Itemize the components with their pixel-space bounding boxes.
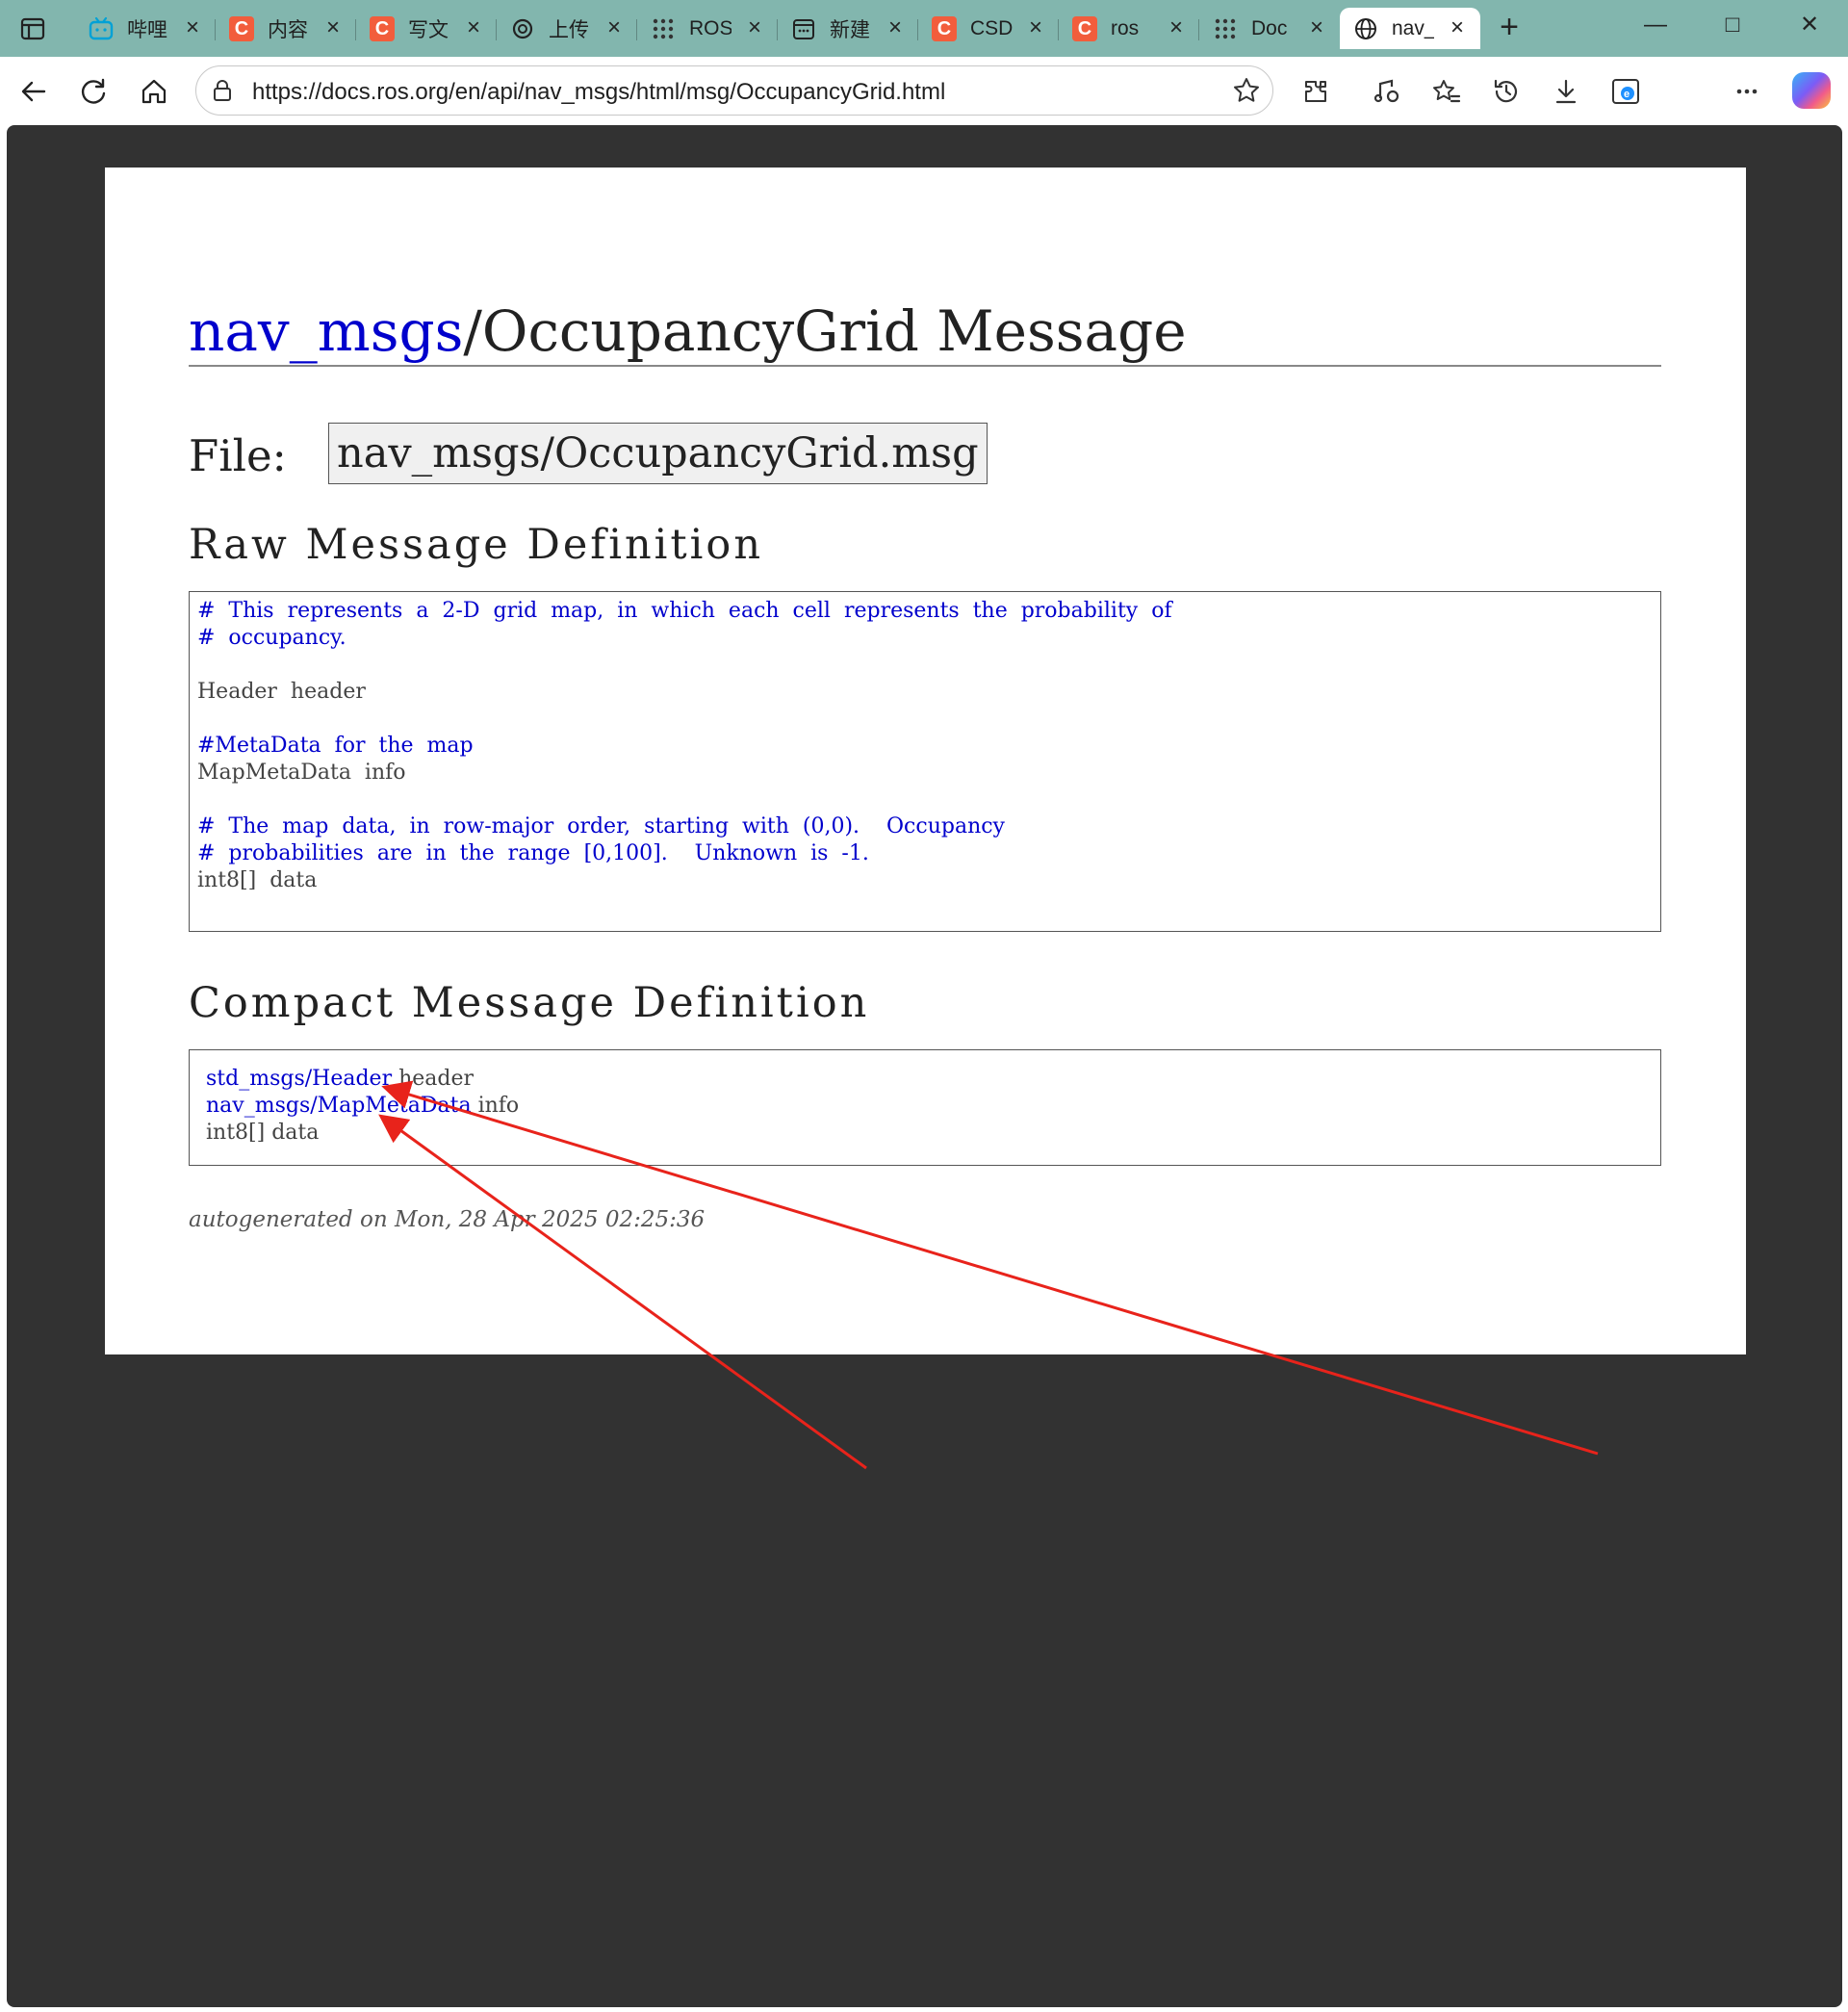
tab-title: 内容 xyxy=(268,18,308,41)
compact-line: std_msgs/Header header xyxy=(206,1066,519,1093)
raw-definition-heading: Raw Message Definition xyxy=(189,521,764,569)
package-link[interactable]: nav_msgs xyxy=(189,298,463,364)
favorite-star-icon[interactable] xyxy=(1232,76,1261,105)
minimize-button[interactable]: — xyxy=(1634,8,1677,42)
tab-title: 上传 xyxy=(549,18,589,41)
type-name: int8[] xyxy=(206,1121,266,1145)
code-line: MapMetaData info xyxy=(197,761,406,785)
downloads-icon[interactable] xyxy=(1548,73,1584,110)
url-text[interactable]: https://docs.ros.org/en/api/nav_msgs/htm… xyxy=(252,79,945,106)
browser-toolbar: https://docs.ros.org/en/api/nav_msgs/htm… xyxy=(0,57,1848,167)
comment-line: #MetaData for the map xyxy=(197,734,474,758)
file-name: nav_msgs/OccupancyGrid.msg xyxy=(328,423,988,484)
page-title: nav_msgs/OccupancyGrid Message xyxy=(189,293,1187,370)
tab-close-icon[interactable]: × xyxy=(462,16,485,39)
grid-dots-icon xyxy=(651,16,676,41)
back-icon[interactable] xyxy=(15,73,52,110)
tab-title: Doc xyxy=(1251,16,1288,39)
tab-5[interactable]: 新建 × xyxy=(778,8,918,49)
tab-9[interactable]: nav_ × xyxy=(1340,8,1480,49)
tab-title: ros xyxy=(1111,16,1140,39)
csdn-icon: C xyxy=(229,15,254,41)
tab-3[interactable]: 上传 × xyxy=(497,8,637,49)
music-read-aloud-icon[interactable] xyxy=(1369,73,1405,110)
csdn-icon: C xyxy=(1072,15,1097,41)
title-divider xyxy=(189,365,1661,367)
tab-4[interactable]: ROS × xyxy=(637,8,778,49)
tab-7[interactable]: Cros × xyxy=(1059,8,1199,49)
field-name: data xyxy=(265,1121,320,1145)
tab-title: 写文 xyxy=(408,18,449,41)
tab-strip: 哔哩 × C 内容 × C 写文 × 上传 × ROS × 新建 × C CSD × Cros × Doc × nav_ ×… xyxy=(0,0,1848,57)
compact-line: int8[] data xyxy=(206,1120,519,1147)
internet-explorer-mode-icon[interactable]: e xyxy=(1607,73,1644,110)
document-page: nav_msgs/OccupancyGrid Message File: nav… xyxy=(105,168,1746,1354)
tab-title: ROS xyxy=(689,16,732,39)
compact-definition-box: std_msgs/Header header nav_msgs/MapMetaDa… xyxy=(189,1049,1661,1166)
globe-icon xyxy=(1353,16,1378,41)
field-name: header xyxy=(392,1067,475,1091)
more-options-icon[interactable] xyxy=(1729,73,1765,110)
tab-actions-icon[interactable] xyxy=(17,13,48,44)
new-tab-button[interactable]: + xyxy=(1494,11,1525,43)
autogenerated-footer: autogenerated on Mon, 28 Apr 2025 02:25:… xyxy=(189,1207,706,1232)
tab-0[interactable]: 哔哩 × xyxy=(75,8,216,49)
extensions-icon[interactable] xyxy=(1297,73,1334,110)
compact-definition-heading: Compact Message Definition xyxy=(189,979,870,1027)
bilibili-icon xyxy=(89,16,114,41)
code-line: Header header xyxy=(197,680,366,704)
tab-1[interactable]: C 内容 × xyxy=(216,8,356,49)
type-link[interactable]: std_msgs/Header xyxy=(206,1067,392,1091)
csdn-icon: C xyxy=(932,15,957,41)
tab-6[interactable]: C CSD × xyxy=(918,8,1059,49)
copilot-icon[interactable] xyxy=(1792,72,1831,109)
raw-definition-box: # This represents a 2-D grid map, in whi… xyxy=(189,591,1661,932)
address-bar[interactable]: https://docs.ros.org/en/api/nav_msgs/htm… xyxy=(195,65,1273,116)
calendar-icon xyxy=(791,16,816,41)
code-line: int8[] data xyxy=(197,868,318,892)
close-window-button[interactable]: ✕ xyxy=(1788,8,1831,42)
maximize-button[interactable]: □ xyxy=(1711,8,1754,42)
page-viewport: nav_msgs/OccupancyGrid Message File: nav… xyxy=(7,125,1842,2007)
openai-icon xyxy=(510,16,535,41)
history-icon[interactable] xyxy=(1488,73,1525,110)
comment-line: # This represents a 2-D grid map, in whi… xyxy=(197,599,1172,623)
tab-8[interactable]: Doc × xyxy=(1199,8,1340,49)
file-label: File: xyxy=(189,430,287,481)
tab-close-icon[interactable]: × xyxy=(603,16,626,39)
tab-close-icon[interactable]: × xyxy=(1024,16,1047,39)
tab-2[interactable]: C 写文 × xyxy=(356,8,497,49)
refresh-icon[interactable] xyxy=(75,73,112,110)
tab-title: 哔哩 xyxy=(127,18,167,41)
svg-text:e: e xyxy=(1624,89,1630,100)
csdn-icon: C xyxy=(370,15,395,41)
tab-title: 新建 xyxy=(830,18,870,41)
site-info-icon[interactable] xyxy=(210,78,235,103)
tab-title: nav_ xyxy=(1392,16,1434,39)
page-title-rest: /OccupancyGrid Message xyxy=(463,298,1187,364)
tab-title: CSD xyxy=(970,16,1013,39)
field-name: info xyxy=(471,1094,520,1118)
raw-definition-code: # This represents a 2-D grid map, in whi… xyxy=(197,598,1172,894)
home-icon[interactable] xyxy=(136,73,172,110)
grid-dots-icon xyxy=(1213,16,1238,41)
comment-line: # probabilities are in the range [0,100]… xyxy=(197,841,869,865)
tab-close-icon[interactable]: × xyxy=(1165,16,1188,39)
comment-line: # occupancy. xyxy=(197,626,346,650)
favorites-icon[interactable] xyxy=(1428,73,1465,110)
tab-close-icon[interactable]: × xyxy=(1446,16,1469,39)
tab-close-icon[interactable]: × xyxy=(321,16,345,39)
type-link[interactable]: nav_msgs/MapMetaData xyxy=(206,1094,472,1118)
compact-line: nav_msgs/MapMetaData info xyxy=(206,1093,519,1120)
comment-line: # The map data, in row-major order, star… xyxy=(197,814,1005,838)
tab-close-icon[interactable]: × xyxy=(181,16,204,39)
tab-close-icon[interactable]: × xyxy=(884,16,907,39)
compact-definition-code: std_msgs/Header header nav_msgs/MapMetaDa… xyxy=(206,1066,519,1147)
tab-close-icon[interactable]: × xyxy=(1305,16,1328,39)
tab-close-icon[interactable]: × xyxy=(743,16,766,39)
